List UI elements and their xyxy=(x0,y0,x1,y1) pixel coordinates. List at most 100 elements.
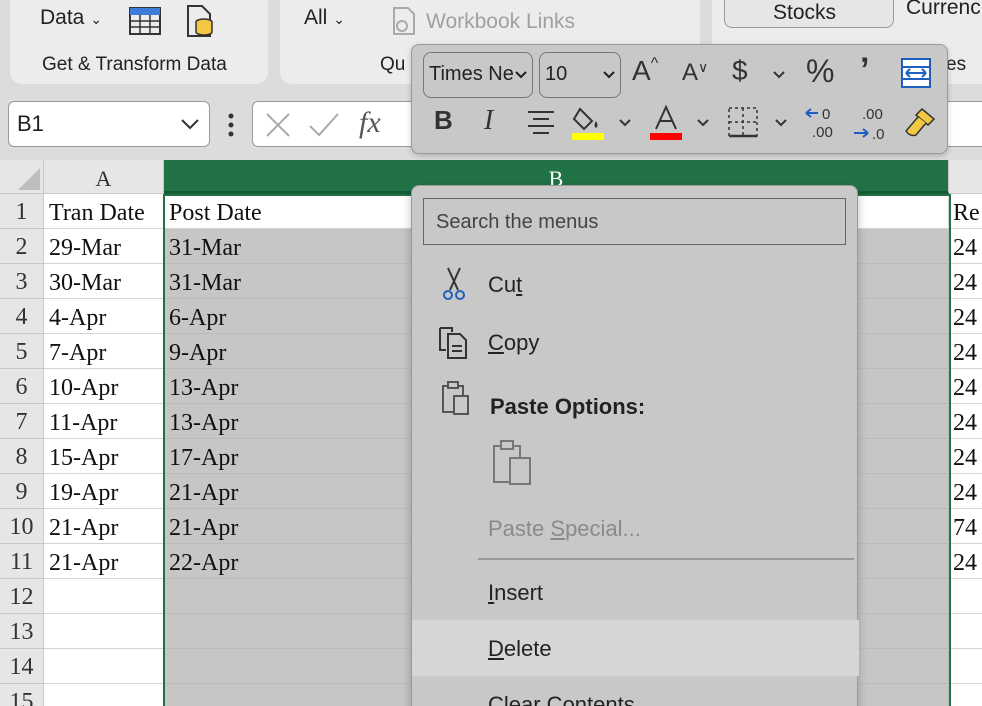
cell-c[interactable]: 24 xyxy=(949,334,982,369)
row-header[interactable]: 2 xyxy=(0,229,44,264)
decrease-font-icon[interactable]: A∨ xyxy=(682,59,708,87)
font-size-select[interactable]: 10 xyxy=(539,52,621,98)
cell-c[interactable]: Re xyxy=(949,194,982,229)
cell-a[interactable] xyxy=(44,649,164,684)
cell-a[interactable]: 7-Apr xyxy=(44,334,164,369)
percent-icon[interactable]: % xyxy=(806,53,834,90)
cell-c[interactable] xyxy=(949,614,982,649)
select-all-corner[interactable] xyxy=(0,160,44,194)
cell-c[interactable]: 24 xyxy=(949,229,982,264)
cell-c[interactable]: 24 xyxy=(949,404,982,439)
fill-color-icon[interactable] xyxy=(570,103,606,141)
cell-c[interactable] xyxy=(949,649,982,684)
column-header-c[interactable] xyxy=(949,160,982,194)
cell-a[interactable]: 21-Apr xyxy=(44,544,164,579)
row-header[interactable]: 12 xyxy=(0,579,44,614)
chevron-down-icon[interactable] xyxy=(772,69,786,81)
scissors-icon xyxy=(443,267,465,300)
row-header[interactable]: 1 xyxy=(0,194,44,229)
more-options-icon[interactable] xyxy=(224,112,238,138)
chevron-down-icon[interactable] xyxy=(179,112,201,134)
cell-c[interactable]: 24 xyxy=(949,474,982,509)
get-data-button[interactable]: Data ⌄ xyxy=(40,6,102,30)
increase-decimal-icon[interactable]: 0 .00 xyxy=(804,105,844,141)
svg-text:.00: .00 xyxy=(812,124,833,141)
menu-item-cut-label: Cut xyxy=(488,272,523,297)
from-table-icon[interactable] xyxy=(128,6,162,36)
cell-a[interactable]: 29-Mar xyxy=(44,229,164,264)
column-header-a[interactable]: A xyxy=(44,160,164,194)
menu-item-cut[interactable]: Cut xyxy=(412,256,859,312)
cell-c[interactable] xyxy=(949,684,982,706)
cell-a[interactable]: Tran Date xyxy=(44,194,164,229)
cell-a[interactable] xyxy=(44,684,164,706)
stocks-button[interactable]: Stocks xyxy=(724,0,894,28)
cell-c[interactable]: 24 xyxy=(949,439,982,474)
font-name-select[interactable]: Times Ne xyxy=(423,52,533,98)
borders-icon[interactable] xyxy=(726,105,760,139)
chevron-down-icon[interactable] xyxy=(618,117,632,129)
font-color-bar xyxy=(650,133,682,140)
currency-icon[interactable]: $ xyxy=(732,55,748,87)
data-types-group-label: es xyxy=(946,54,967,75)
paste-option-keep-source-icon[interactable] xyxy=(490,438,534,488)
menu-item-clear-contents[interactable]: Clear Contents xyxy=(412,676,859,706)
cell-c[interactable]: 74 xyxy=(949,509,982,544)
row-header[interactable]: 6 xyxy=(0,369,44,404)
from-database-icon[interactable] xyxy=(184,4,216,38)
row-header[interactable]: 11 xyxy=(0,544,44,579)
comma-icon[interactable]: ’ xyxy=(860,51,869,90)
cell-c[interactable]: 24 xyxy=(949,544,982,579)
cell-a[interactable]: 4-Apr xyxy=(44,299,164,334)
cell-a[interactable]: 11-Apr xyxy=(44,404,164,439)
center-align-icon[interactable] xyxy=(526,109,556,137)
cell-c[interactable]: 24 xyxy=(949,369,982,404)
cell-c[interactable]: 24 xyxy=(949,299,982,334)
menu-item-insert[interactable]: Insert xyxy=(412,564,859,620)
excel-window: Data ⌄ Get & Transform Data All ⌄ Workbo… xyxy=(0,0,982,706)
enter-check-icon[interactable] xyxy=(307,110,341,140)
format-painter-icon[interactable] xyxy=(902,105,938,141)
cell-a[interactable]: 21-Apr xyxy=(44,509,164,544)
font-color-icon[interactable] xyxy=(648,103,684,141)
menu-item-copy[interactable]: Copy xyxy=(412,314,859,370)
menu-item-delete[interactable]: Delete xyxy=(412,620,859,676)
cell-a[interactable]: 10-Apr xyxy=(44,369,164,404)
cell-a[interactable]: 19-Apr xyxy=(44,474,164,509)
refresh-all-button[interactable]: All ⌄ xyxy=(304,6,345,30)
cell-a[interactable] xyxy=(44,614,164,649)
row-header[interactable]: 8 xyxy=(0,439,44,474)
menu-item-paste-options-label: Paste Options: xyxy=(490,394,646,419)
search-menus-input[interactable]: Search the menus xyxy=(423,198,846,245)
menu-item-delete-label: Delete xyxy=(488,636,552,661)
currencies-label[interactable]: Currenc xyxy=(906,0,981,20)
chevron-down-icon[interactable] xyxy=(696,117,710,129)
insert-function-button[interactable]: fx xyxy=(359,106,381,140)
row-header[interactable]: 14 xyxy=(0,649,44,684)
row-header[interactable]: 13 xyxy=(0,614,44,649)
menu-item-paste-options: Paste Options: xyxy=(412,376,859,432)
row-header[interactable]: 15 xyxy=(0,684,44,706)
cell-a[interactable] xyxy=(44,579,164,614)
row-header[interactable]: 4 xyxy=(0,299,44,334)
italic-icon[interactable]: I xyxy=(484,105,493,137)
cell-c[interactable]: 24 xyxy=(949,264,982,299)
row-header[interactable]: 9 xyxy=(0,474,44,509)
cell-a[interactable]: 30-Mar xyxy=(44,264,164,299)
bold-icon[interactable]: B xyxy=(434,105,453,136)
row-header[interactable]: 10 xyxy=(0,509,44,544)
workbook-links-button[interactable]: Workbook Links xyxy=(426,10,575,34)
row-header[interactable]: 7 xyxy=(0,404,44,439)
row-header[interactable]: 3 xyxy=(0,264,44,299)
cell-c[interactable] xyxy=(949,579,982,614)
cell-a[interactable]: 15-Apr xyxy=(44,439,164,474)
svg-text:.0: .0 xyxy=(872,126,885,141)
merge-center-icon[interactable] xyxy=(900,57,932,89)
cancel-icon[interactable] xyxy=(263,110,293,140)
name-box[interactable]: B1 xyxy=(8,101,210,147)
decrease-decimal-icon[interactable]: .00 .0 xyxy=(852,105,892,141)
menu-item-paste-special[interactable]: Paste Special... xyxy=(412,500,859,556)
row-header[interactable]: 5 xyxy=(0,334,44,369)
chevron-down-icon[interactable] xyxy=(774,117,788,129)
increase-font-icon[interactable]: A^ xyxy=(632,55,658,87)
